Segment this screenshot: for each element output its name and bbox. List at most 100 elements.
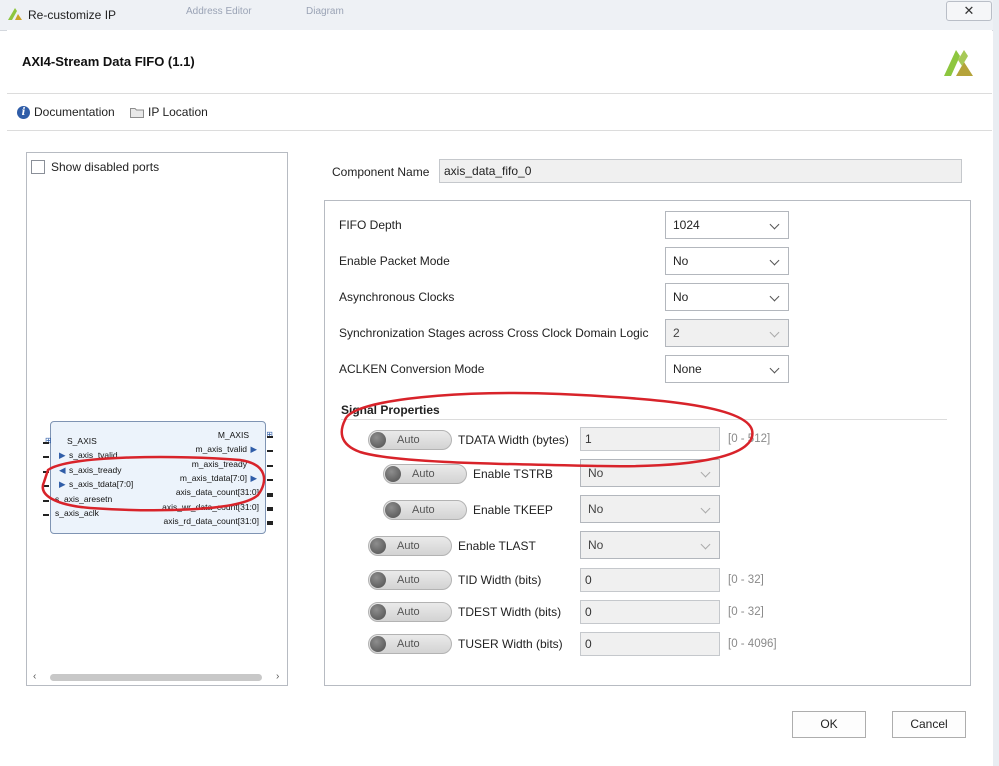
xilinx-logo-icon	[944, 50, 973, 76]
folder-icon	[130, 107, 144, 118]
toggle-knob	[385, 466, 401, 482]
tuser-width-input[interactable]: 0	[580, 632, 720, 656]
auto-label: Auto	[397, 606, 420, 618]
aclken-conversion-mode-value: None	[673, 362, 702, 376]
sync-stages-label: Synchronization Stages across Cross Cloc…	[339, 326, 649, 340]
tdest-auto-toggle[interactable]: Auto	[368, 602, 452, 622]
enable-tkeep-value: No	[588, 502, 604, 516]
xilinx-logo-icon	[8, 8, 22, 20]
tdata-auto-toggle[interactable]: Auto	[368, 430, 452, 450]
auto-label: Auto	[412, 468, 435, 480]
ip-symbol-panel: Show disabled ports S_AXIS ⊞ ▶ s_axis_tv…	[26, 152, 288, 686]
port-pin	[43, 442, 49, 444]
asynchronous-clocks-select[interactable]: No	[665, 283, 789, 311]
horizontal-scrollbar[interactable]: ‹ ›	[30, 671, 284, 684]
documentation-label: Documentation	[34, 105, 115, 119]
tkeep-auto-toggle[interactable]: Auto	[383, 500, 467, 520]
chevron-down-icon	[769, 363, 780, 374]
enable-tstrb-label: Enable TSTRB	[473, 467, 553, 481]
component-name-input[interactable]: axis_data_fifo_0	[439, 159, 962, 183]
chevron-down-icon	[769, 327, 780, 338]
port-pin	[267, 493, 273, 497]
documentation-link[interactable]: i Documentation	[17, 105, 115, 119]
port-s-axis-aclk: s_axis_aclk	[55, 508, 99, 518]
chevron-down-icon	[700, 503, 711, 514]
signal-properties-title: Signal Properties	[341, 403, 440, 417]
aclken-conversion-mode-select[interactable]: None	[665, 355, 789, 383]
enable-tlast-label: Enable TLAST	[458, 539, 536, 553]
port-m-axis-tvalid: m_axis_tvalid	[195, 444, 248, 454]
port-pin	[43, 471, 49, 473]
enable-tlast-select: No	[580, 531, 720, 559]
port-pin	[267, 521, 273, 525]
chevron-down-icon	[769, 255, 780, 266]
chevron-down-icon	[769, 291, 780, 302]
port-s-axis-tvalid: s_axis_tvalid	[69, 450, 118, 460]
close-button[interactable]: ✕	[946, 1, 992, 21]
scroll-left-icon[interactable]: ‹	[33, 671, 36, 682]
section-divider	[341, 419, 947, 420]
toggle-knob	[370, 604, 386, 620]
toggle-knob	[370, 636, 386, 652]
tid-width-input[interactable]: 0	[580, 568, 720, 592]
chevron-down-icon	[700, 539, 711, 550]
tdata-width-input[interactable]: 1	[580, 427, 720, 451]
cancel-button[interactable]: Cancel	[892, 711, 966, 738]
tid-width-range: [0 - 32]	[728, 574, 764, 586]
tlast-auto-toggle[interactable]: Auto	[368, 536, 452, 556]
port-pin	[267, 436, 273, 438]
enable-tstrb-select: No	[580, 459, 720, 487]
ip-location-label: IP Location	[148, 105, 208, 119]
sync-stages-select: 2	[665, 319, 789, 347]
port-axis-data-count: axis_data_count[31:0]	[175, 487, 259, 497]
scroll-right-icon[interactable]: ›	[276, 671, 279, 682]
port-pin	[43, 500, 49, 502]
scrollbar-thumb[interactable]	[50, 674, 262, 681]
asynchronous-clocks-value: No	[673, 290, 689, 304]
enable-tstrb-value: No	[588, 466, 604, 480]
port-axis-rd-data-count: axis_rd_data_count[31:0]	[163, 516, 259, 526]
port-arrow-icon: ▶	[250, 473, 257, 483]
auto-label: Auto	[412, 504, 435, 516]
port-arrow-icon: ▶	[59, 479, 66, 489]
window-title: Re-customize IP	[28, 8, 117, 22]
aclken-conversion-mode-label: ACLKEN Conversion Mode	[339, 362, 485, 376]
enable-tkeep-select: No	[580, 495, 720, 523]
port-m-axis-tdata: m_axis_tdata[7:0]	[179, 473, 247, 483]
fifo-depth-select[interactable]: 1024	[665, 211, 789, 239]
auto-label: Auto	[397, 434, 420, 446]
port-bus-m-axis: M_AXIS	[217, 430, 249, 440]
port-pin	[267, 479, 273, 481]
auto-label: Auto	[397, 574, 420, 586]
tstrb-auto-toggle[interactable]: Auto	[383, 464, 467, 484]
window-edge	[993, 0, 999, 766]
sync-stages-value: 2	[673, 326, 680, 340]
tuser-width-range: [0 - 4096]	[728, 638, 777, 650]
info-icon: i	[17, 105, 30, 119]
enable-tkeep-label: Enable TKEEP	[473, 503, 553, 517]
tid-width-label: TID Width (bits)	[458, 573, 542, 587]
toggle-knob	[370, 572, 386, 588]
parameters-panel: FIFO Depth 1024 Enable Packet Mode No As…	[324, 200, 971, 686]
tuser-auto-toggle[interactable]: Auto	[368, 634, 452, 654]
background-tab: Diagram	[306, 6, 344, 17]
port-arrow-icon: ▶	[59, 450, 66, 460]
enable-tlast-value: No	[588, 538, 604, 552]
tdest-width-input[interactable]: 0	[580, 600, 720, 624]
tid-auto-toggle[interactable]: Auto	[368, 570, 452, 590]
checkbox-box[interactable]	[31, 160, 45, 174]
port-bus-s-axis: S_AXIS	[67, 436, 97, 446]
tuser-width-label: TUSER Width (bits)	[458, 637, 563, 651]
ok-button[interactable]: OK	[792, 711, 866, 738]
toggle-knob	[370, 538, 386, 554]
enable-packet-mode-select[interactable]: No	[665, 247, 789, 275]
chevron-down-icon	[700, 467, 711, 478]
background-tab: Address Editor	[186, 6, 252, 17]
auto-label: Auto	[397, 638, 420, 650]
ip-symbol-block[interactable]: S_AXIS ⊞ ▶ s_axis_tvalid ◀ s_axis_tready…	[43, 421, 273, 534]
port-s-axis-tready: s_axis_tready	[69, 465, 122, 475]
port-pin	[267, 450, 273, 452]
ip-location-link[interactable]: IP Location	[130, 105, 208, 119]
port-pin	[267, 465, 273, 467]
show-disabled-ports-checkbox[interactable]: Show disabled ports	[31, 160, 159, 174]
